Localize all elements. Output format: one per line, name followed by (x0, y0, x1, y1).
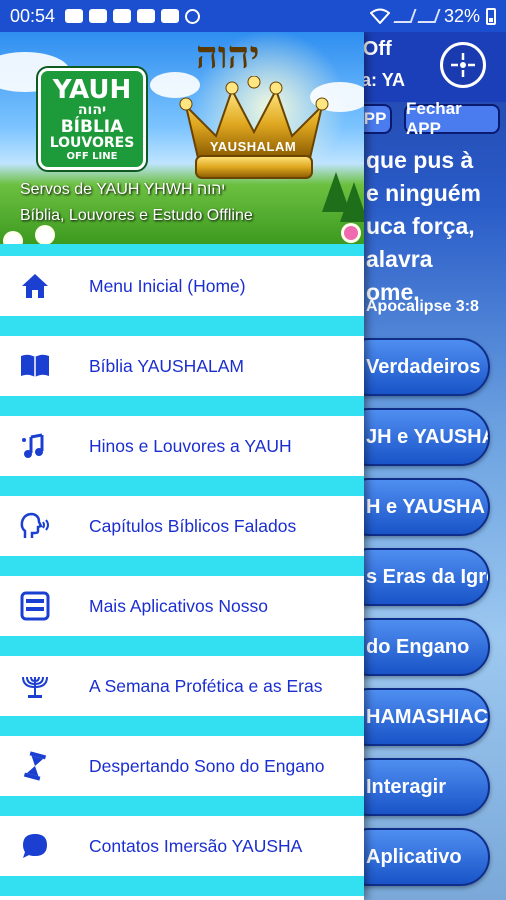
menu-separator (0, 556, 364, 576)
menu-item-prophetic-week[interactable]: A Semana Profética e as Eras (0, 656, 364, 716)
menu-item-bible[interactable]: Bíblia YAUSHALAM (0, 336, 364, 396)
menu-separator (0, 876, 364, 896)
hourglass-icon (18, 749, 52, 783)
menu-separator (0, 476, 364, 496)
book-icon (18, 349, 52, 383)
flower (38, 228, 52, 242)
menu-item-hymns[interactable]: Hinos e Louvores a YAUH (0, 416, 364, 476)
verse-line: uca força, (366, 213, 475, 239)
navigation-drawer: YAUH יהוה BÍBLIA LOUVORES OFF LINE יהוה (0, 32, 364, 900)
verse-line: alavra (366, 246, 433, 272)
gmail-icon (65, 8, 84, 23)
crown-icon (179, 76, 329, 179)
app-logo: YAUH יהוה BÍBLIA LOUVORES OFF LINE (38, 68, 146, 170)
notification-icons (65, 8, 201, 24)
sync-icon (185, 8, 201, 24)
crown-label: YAUSHALAM (209, 139, 297, 154)
menu-item-label: Bíblia YAUSHALAM (89, 355, 244, 376)
menu-item-label: Hinos e Louvores a YAUH (89, 435, 292, 456)
menu-separator (0, 636, 364, 656)
battery-percent: 32% (443, 5, 480, 26)
logo-line: יהוה (77, 101, 107, 118)
menu-item-label: Menu Inicial (Home) (89, 275, 246, 296)
logo-line: BÍBLIA (60, 116, 124, 137)
verse-reference: Apocalipse 3:8 (366, 298, 479, 315)
menu-item-label: Mais Aplicativos Nosso (89, 595, 268, 616)
menu-item-contacts[interactable]: Contatos Imersão YAUSHA (0, 816, 364, 876)
status-bar: 00:54 32% (0, 0, 506, 32)
menu-separator (0, 716, 364, 736)
hebrew-title: יהוה (196, 32, 260, 77)
menu-item-label: Contatos Imersão YAUSHA (89, 835, 303, 856)
header-subtitle: Servos de YAUH YHWH יהוה (20, 181, 226, 198)
crosshair-icon (451, 53, 475, 77)
menu-item-label: A Semana Profética e as Eras (89, 675, 323, 696)
logo-line: OFF LINE (66, 150, 118, 162)
close-app-button[interactable]: Fechar APP (404, 99, 500, 138)
menu-item-label: Capítulos Bíblicos Falados (89, 515, 297, 536)
verse-line: que pus à (366, 147, 474, 173)
youtube-icon (137, 8, 156, 23)
signal-icon (417, 9, 441, 23)
home-icon (18, 269, 52, 303)
music-icon (18, 429, 52, 463)
flower (6, 234, 20, 244)
menu-separator (0, 316, 364, 336)
image-icon (161, 8, 180, 23)
tree (340, 182, 364, 222)
drawer-menu: Menu Inicial (Home) Bíblia YAUSHALAM Hin… (0, 244, 364, 900)
drawer-header: YAUH יהוה BÍBLIA LOUVORES OFF LINE יהוה (0, 32, 364, 244)
status-time: 00:54 (10, 5, 56, 26)
menorah-icon (18, 669, 52, 703)
menu-item-spoken-chapters[interactable]: Capítulos Bíblicos Falados (0, 496, 364, 556)
verse-text: que pus à e ninguém uca força, alavra om… (366, 144, 481, 309)
menu-separator (0, 396, 364, 416)
youtube-icon (113, 8, 132, 23)
wifi-icon (369, 8, 390, 24)
signal-icon (393, 9, 417, 23)
menu-item-home[interactable]: Menu Inicial (Home) (0, 256, 364, 316)
logo-line: YAUH (52, 74, 132, 105)
battery-icon (486, 7, 496, 25)
speaking-head-icon (18, 509, 52, 543)
header-tagline: Bíblia, Louvores e Estudo Offline (20, 207, 253, 224)
verse-line: e ninguém (366, 180, 482, 206)
chat-icon (18, 829, 52, 863)
menu-item-awakening[interactable]: Despertando Sono do Engano (0, 736, 364, 796)
more-apps-icon (18, 589, 52, 623)
crosshair-button[interactable] (440, 42, 486, 88)
youtube-icon (89, 8, 108, 23)
flower (344, 226, 358, 240)
menu-separator (0, 796, 364, 816)
menu-item-label: Despertando Sono do Engano (89, 755, 325, 776)
logo-line: LOUVORES (49, 134, 135, 151)
menu-item-more-apps[interactable]: Mais Aplicativos Nosso (0, 576, 364, 636)
